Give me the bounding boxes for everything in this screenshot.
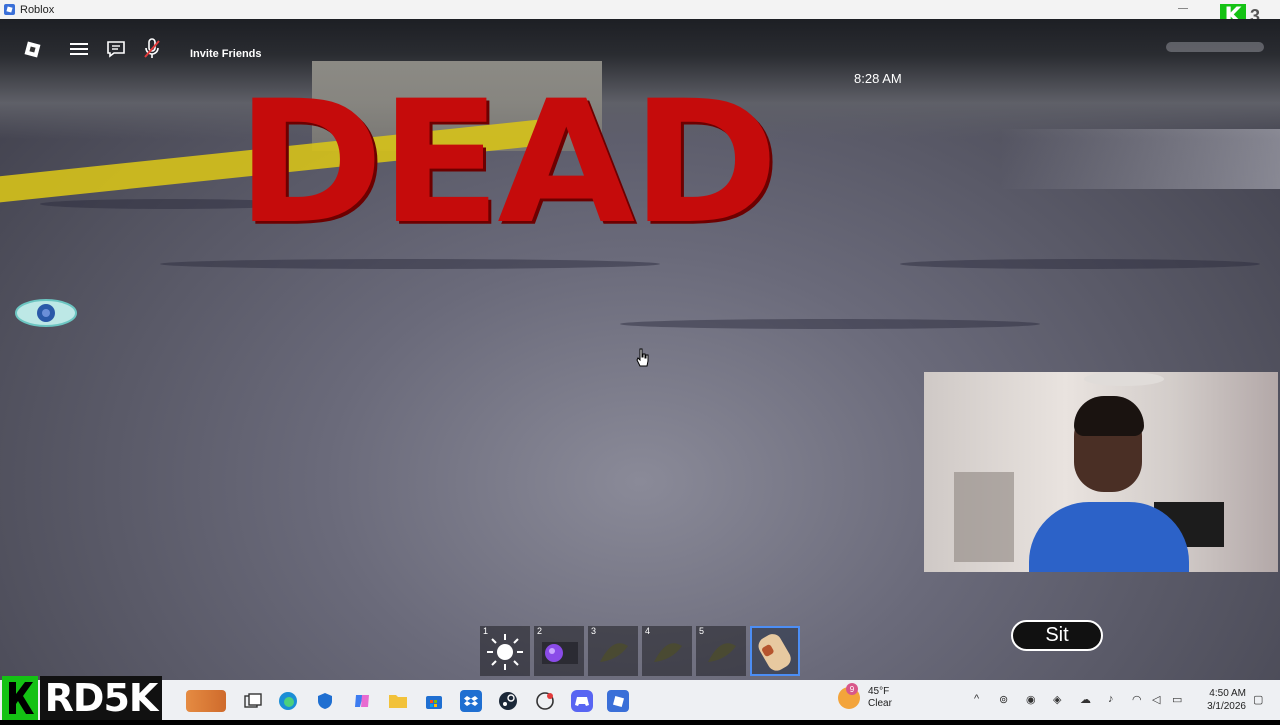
minimize-button[interactable]	[1178, 8, 1188, 9]
window-title: Roblox	[20, 3, 55, 16]
microphone-muted-icon[interactable]	[142, 37, 162, 61]
file-explorer-icon[interactable]	[387, 690, 409, 712]
copilot-icon[interactable]	[351, 690, 373, 712]
slot-number: 1	[483, 626, 489, 636]
weather-widget[interactable]: 9 45°F Clear	[838, 683, 892, 710]
microphone-tray-icon[interactable]: ♪	[1108, 693, 1114, 705]
webcam-overlay	[924, 372, 1278, 572]
task-view-icon[interactable]	[242, 690, 264, 712]
leaderboard-bar[interactable]	[1166, 42, 1264, 52]
window-titlebar: Roblox	[0, 0, 1280, 19]
clock-date: 3/1/2026	[1207, 701, 1246, 712]
scene-light	[1000, 129, 1280, 189]
webcam-person	[1029, 392, 1189, 572]
weather-desc: Clear	[868, 698, 892, 709]
system-clock[interactable]: 4:50 AM 3/1/2026	[1198, 687, 1246, 713]
clock-time: 4:50 AM	[1209, 688, 1246, 699]
eye-icon[interactable]	[14, 296, 78, 330]
widgets-icon[interactable]	[186, 690, 226, 712]
weather-sun-icon: 9	[838, 683, 860, 709]
cloud-icon[interactable]: ☁	[1080, 693, 1091, 706]
security-app-icon[interactable]	[314, 690, 336, 712]
hand-cursor-icon	[636, 348, 650, 368]
edge-browser-icon[interactable]	[277, 690, 299, 712]
volume-icon[interactable]: ◁	[1152, 693, 1160, 706]
dropbox-icon[interactable]	[460, 690, 482, 712]
steam-tray-icon[interactable]: ◉	[1026, 693, 1036, 706]
roblox-taskbar-icon[interactable]	[607, 690, 629, 712]
hotbar-slot[interactable]: 2	[534, 626, 584, 676]
scene-streak	[620, 319, 1040, 329]
stream-logo-text: RD5K	[40, 676, 162, 720]
hotbar-slot[interactable]: 4	[642, 626, 692, 676]
weather-temp: 45°F	[868, 686, 890, 697]
sit-button[interactable]: Sit	[1011, 620, 1103, 651]
slot-number: 5	[699, 626, 705, 636]
store-icon[interactable]	[423, 690, 445, 712]
ceiling-fan-icon	[1084, 372, 1164, 386]
hamburger-menu-icon[interactable]	[68, 39, 90, 59]
hotbar-slot[interactable]: 1	[480, 626, 530, 676]
scene-streak	[900, 259, 1260, 269]
slot-number: 3	[591, 626, 597, 636]
discord-icon[interactable]	[571, 690, 593, 712]
notification-icon[interactable]: ▢	[1253, 693, 1263, 706]
battery-icon[interactable]: ▭	[1172, 693, 1182, 706]
chevron-up-icon[interactable]: ^	[974, 693, 979, 705]
weather-badge: 9	[846, 683, 858, 695]
burrito-icon	[758, 634, 791, 671]
hotbar-slot[interactable]: 5	[696, 626, 746, 676]
hotbar-slot-selected[interactable]	[750, 626, 800, 676]
dead-banner: DEAD	[236, 64, 779, 261]
app-icon[interactable]	[534, 690, 556, 712]
chat-icon[interactable]	[106, 39, 126, 59]
hotbar-slot[interactable]: 3	[588, 626, 638, 676]
tray-app-icon[interactable]: ⊚	[999, 693, 1008, 706]
discord-tray-icon[interactable]: ◈	[1053, 693, 1061, 706]
steam-icon[interactable]	[497, 690, 519, 712]
roblox-menu-icon[interactable]	[22, 39, 42, 59]
roblox-app-icon	[4, 4, 15, 15]
wall-shelf	[954, 472, 1014, 562]
invite-friends-button[interactable]: Invite Friends	[190, 48, 262, 60]
stream-logo-k	[2, 676, 38, 720]
hotbar: 1 2 3 4 5	[480, 626, 800, 676]
slot-number: 2	[537, 626, 543, 636]
slot-number: 4	[645, 626, 651, 636]
wifi-icon[interactable]: ◠	[1132, 693, 1142, 706]
